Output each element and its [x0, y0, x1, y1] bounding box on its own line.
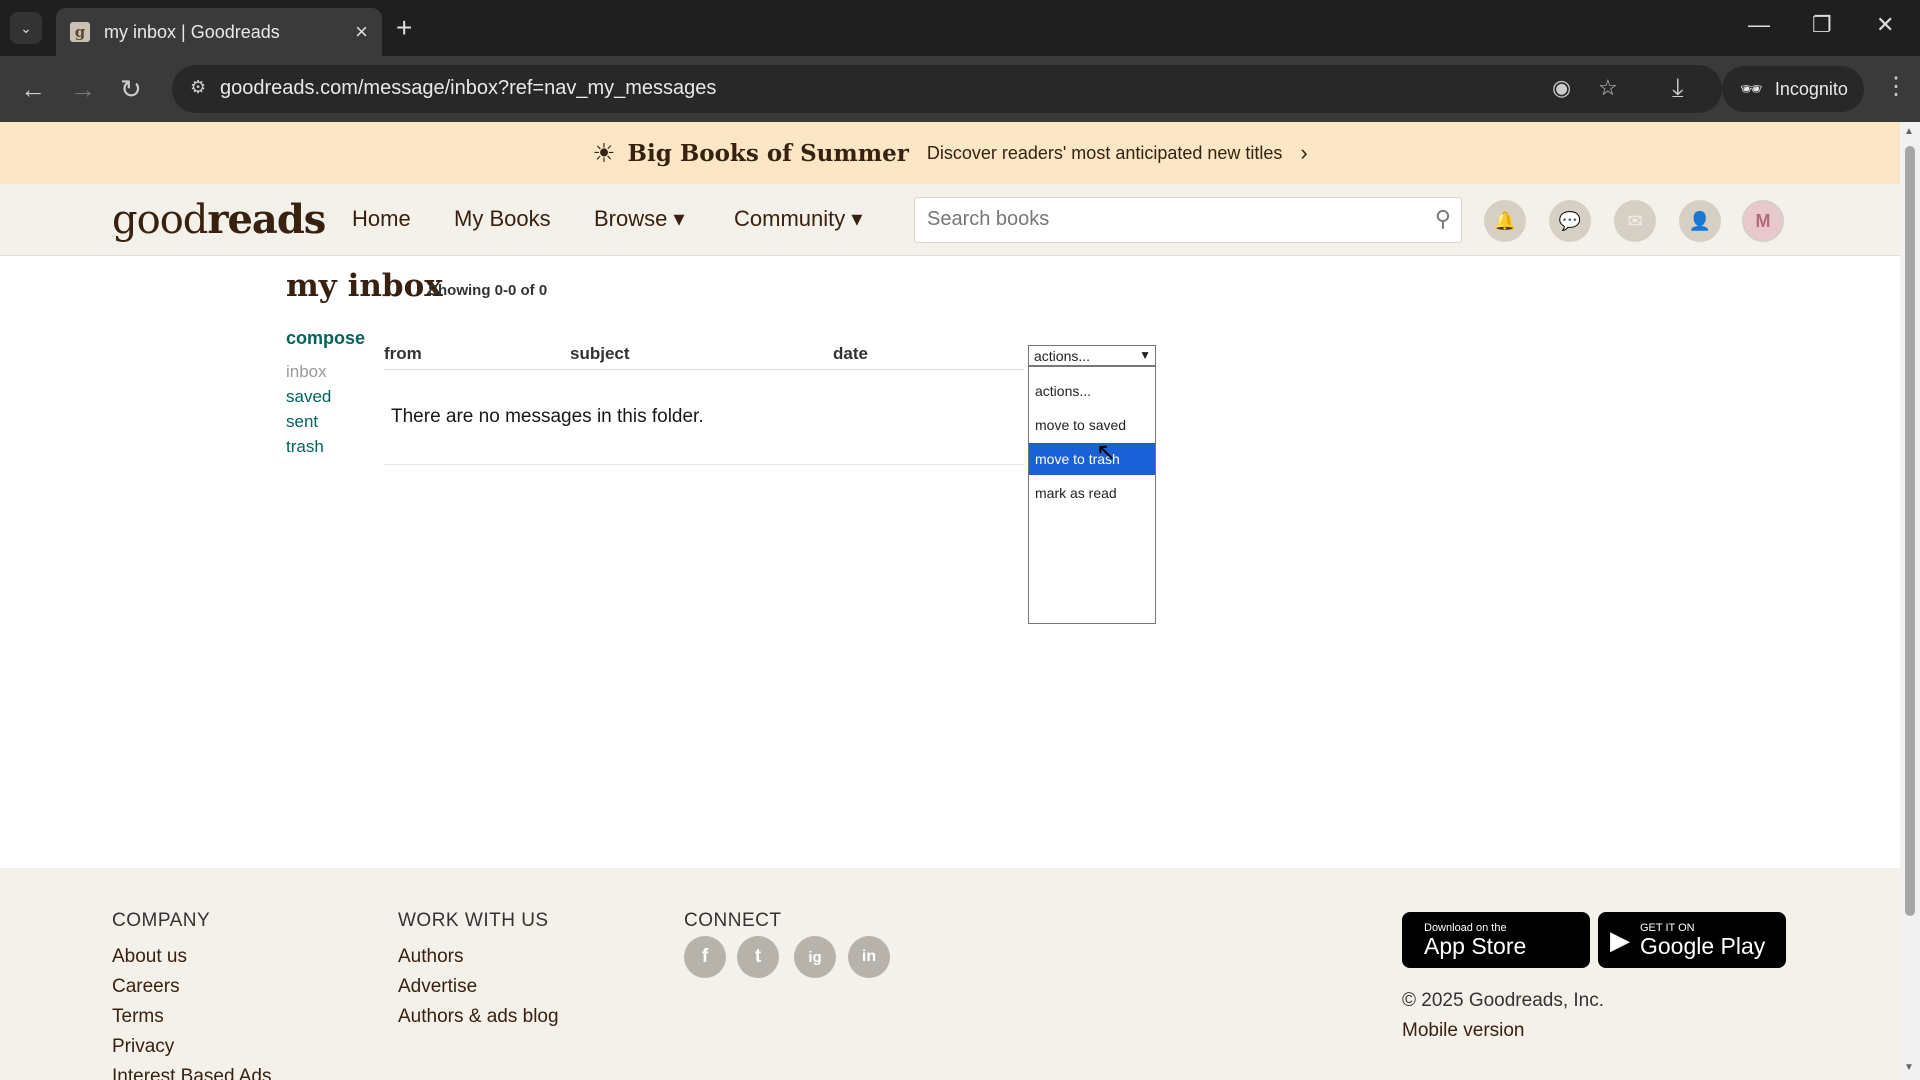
search-input[interactable]: [927, 208, 1407, 231]
close-tab-icon[interactable]: ×: [355, 19, 368, 45]
compose-link[interactable]: compose: [286, 328, 365, 349]
nav-community[interactable]: Community ▾: [734, 206, 862, 232]
mobile-version-link[interactable]: Mobile version: [1402, 1020, 1525, 1042]
site-footer: COMPANY About us Careers Terms Privacy I…: [0, 868, 1900, 1080]
table-bottom-divider: [384, 464, 1024, 465]
tab-title: my inbox | Goodreads: [104, 21, 280, 42]
search-box: ⚲: [914, 197, 1462, 243]
play-icon: ▶: [1610, 924, 1630, 955]
page-title: my inbox: [286, 268, 443, 304]
nav-browse[interactable]: Browse ▾: [594, 206, 685, 232]
page-scrollbar[interactable]: ▲ ▼: [1900, 122, 1920, 1080]
copyright-text: © 2025 Goodreads, Inc.: [1402, 990, 1605, 1011]
goodreads-favicon-icon: g: [70, 22, 90, 42]
browser-tab[interactable]: g my inbox | Goodreads ×: [56, 8, 382, 56]
option-mark-as-read[interactable]: mark as read: [1029, 477, 1155, 509]
twitter-icon[interactable]: t: [737, 936, 779, 978]
user-avatar[interactable]: M: [1742, 200, 1784, 242]
facebook-icon[interactable]: f: [684, 936, 726, 978]
restore-icon[interactable]: ❐: [1812, 12, 1832, 38]
column-subject: subject: [570, 344, 630, 363]
minimize-icon[interactable]: —: [1748, 12, 1770, 38]
scroll-down-icon[interactable]: ▼: [1904, 1062, 1914, 1073]
linkedin-icon[interactable]: in: [848, 936, 890, 978]
close-window-icon[interactable]: ✕: [1876, 12, 1894, 38]
chevron-down-icon: ▼: [1139, 348, 1151, 362]
app-store-big-text: App Store: [1424, 933, 1527, 959]
browser-tab-strip: ⌄ g my inbox | Goodreads × + — ❐ ✕: [0, 0, 1920, 56]
url-text[interactable]: goodreads.com/message/inbox?ref=nav_my_m…: [220, 77, 716, 100]
back-icon[interactable]: ←: [20, 74, 46, 105]
incognito-label: Incognito: [1774, 78, 1848, 99]
search-icon[interactable]: ⚲: [1435, 206, 1451, 232]
site-header: goodreads Home My Books Browse ▾ Communi…: [0, 184, 1900, 256]
download-icon[interactable]: ⤓: [1672, 72, 1684, 104]
nav-my-books[interactable]: My Books: [454, 206, 551, 232]
footer-link-terms[interactable]: Terms: [112, 1006, 164, 1028]
footer-link-interest-ads[interactable]: Interest Based Ads: [112, 1066, 272, 1080]
footer-company-heading: COMPANY: [112, 910, 211, 931]
address-bar[interactable]: ⚙ goodreads.com/message/inbox?ref=nav_my…: [172, 65, 1722, 113]
new-tab-button[interactable]: +: [396, 12, 412, 44]
folder-sent[interactable]: sent: [286, 412, 318, 432]
page-content: ☀ Big Books of Summer Discover readers' …: [0, 122, 1900, 1080]
browser-toolbar: ← → ↻ ⚙ goodreads.com/message/inbox?ref=…: [0, 56, 1920, 122]
chevron-right-icon[interactable]: ›: [1300, 140, 1307, 166]
logo-light: good: [112, 197, 208, 243]
google-play-badge[interactable]: ▶ GET IT ON Google Play: [1598, 912, 1786, 968]
message-count: Showing 0-0 of 0: [428, 282, 548, 299]
friends-icon[interactable]: 👤: [1679, 200, 1721, 242]
actions-select[interactable]: actions... ▼: [1028, 345, 1156, 366]
discussions-icon[interactable]: 💬: [1549, 200, 1591, 242]
mouse-pointer-icon: ↖: [1096, 439, 1117, 466]
tab-search-button[interactable]: ⌄: [10, 12, 42, 44]
scrollbar-thumb[interactable]: [1905, 146, 1915, 916]
option-move-to-saved[interactable]: move to saved: [1029, 409, 1155, 441]
notifications-bell-icon[interactable]: 🔔: [1484, 200, 1526, 242]
footer-link-ads-blog[interactable]: Authors & ads blog: [398, 1006, 559, 1028]
banner-text[interactable]: Discover readers' most anticipated new t…: [927, 143, 1283, 164]
option-move-to-trash[interactable]: move to trash: [1029, 443, 1155, 475]
folder-inbox[interactable]: inbox: [286, 362, 327, 382]
bookmark-star-icon[interactable]: ☆: [1598, 75, 1618, 101]
footer-connect-heading: CONNECT: [684, 910, 782, 931]
logo-bold: reads: [207, 196, 326, 243]
incognito-badge[interactable]: 🕶 Incognito: [1722, 66, 1864, 112]
goodreads-logo[interactable]: goodreads: [112, 196, 326, 243]
footer-link-about[interactable]: About us: [112, 946, 187, 968]
site-info-icon[interactable]: ⚙: [190, 77, 206, 98]
actions-selected-value: actions...: [1034, 348, 1091, 364]
messages-envelope-icon[interactable]: ✉: [1614, 200, 1656, 242]
scroll-up-icon[interactable]: ▲: [1904, 126, 1914, 137]
option-actions[interactable]: actions...: [1029, 375, 1155, 407]
banner-title[interactable]: Big Books of Summer: [628, 140, 909, 167]
browser-menu-icon[interactable]: ⋮: [1884, 72, 1908, 101]
forward-icon[interactable]: →: [70, 74, 96, 105]
tracking-protection-icon[interactable]: ◉: [1552, 75, 1571, 101]
table-header-divider: [384, 369, 1024, 370]
folder-trash[interactable]: trash: [286, 437, 324, 457]
footer-work-heading: WORK WITH US: [398, 910, 549, 931]
empty-folder-message: There are no messages in this folder.: [391, 406, 704, 427]
sun-book-icon: ☀: [592, 137, 616, 168]
footer-link-advertise[interactable]: Advertise: [398, 976, 477, 998]
nav-home[interactable]: Home: [352, 206, 411, 232]
actions-dropdown-list: actions... move to saved move to trash m…: [1028, 366, 1156, 624]
footer-link-authors[interactable]: Authors: [398, 946, 463, 968]
reload-icon[interactable]: ↻: [120, 74, 142, 105]
column-from: from: [384, 344, 422, 363]
footer-link-privacy[interactable]: Privacy: [112, 1036, 174, 1058]
app-store-badge[interactable]: Download on the App Store: [1402, 912, 1590, 968]
folder-saved[interactable]: saved: [286, 387, 331, 407]
promo-banner[interactable]: ☀ Big Books of Summer Discover readers' …: [0, 122, 1900, 184]
footer-link-careers[interactable]: Careers: [112, 976, 180, 998]
google-play-big-text: Google Play: [1640, 933, 1766, 959]
incognito-icon: 🕶: [1740, 78, 1763, 99]
instagram-icon[interactable]: ig: [794, 936, 836, 978]
column-date: date: [833, 344, 868, 363]
